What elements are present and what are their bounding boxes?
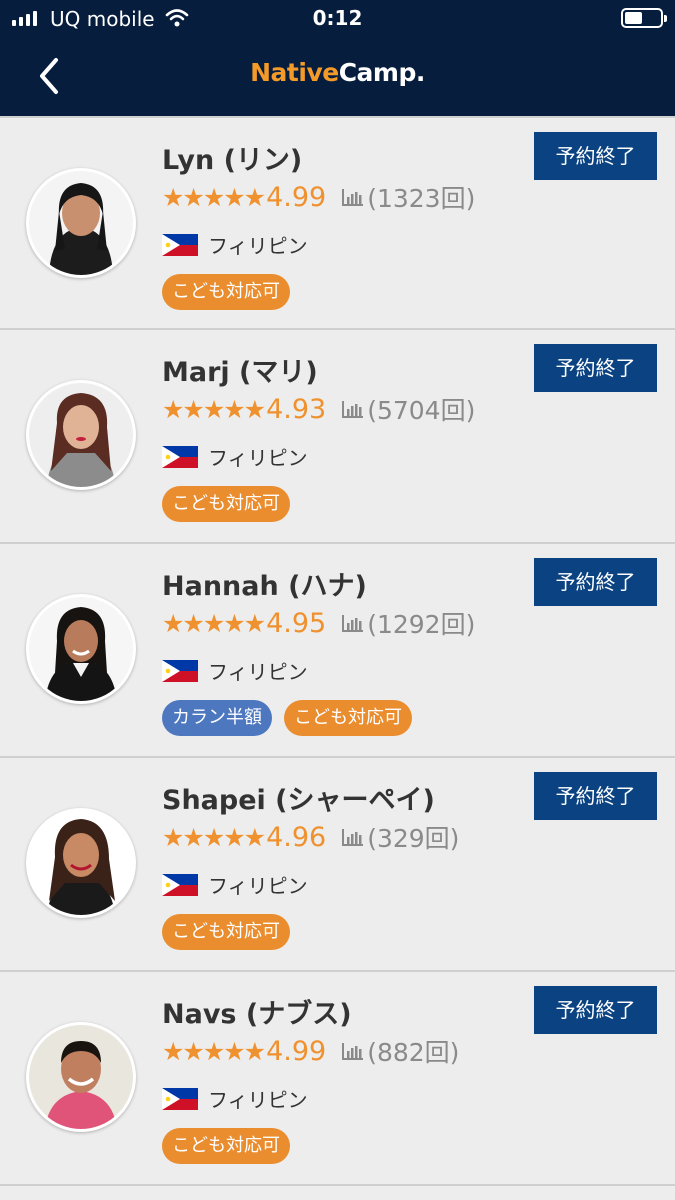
rating-score: 4.99 (266, 181, 327, 213)
teacher-name: Marj (マリ) (162, 357, 318, 388)
bar-chart-icon (342, 615, 364, 632)
country-row: フィリピン (162, 870, 308, 899)
clock: 0:12 (312, 6, 363, 30)
bar-chart-icon (342, 401, 364, 418)
rating-row: ★★★★★ 4.99 (882回) (162, 1035, 460, 1068)
teacher-name: Hannah (ハナ) (162, 571, 367, 602)
kids-ok-badge: こども対応可 (162, 1128, 290, 1164)
kids-ok-badge: こども対応可 (162, 486, 290, 522)
bar-chart-icon (342, 829, 364, 846)
teacher-list: Lyn (リン) ★★★★★ 4.99 (1323回) フィリピン こども対応可… (0, 116, 675, 1186)
reservation-closed-button[interactable]: 予約終了 (534, 132, 657, 180)
teacher-avatar[interactable] (26, 808, 136, 918)
reservation-closed-button[interactable]: 予約終了 (534, 344, 657, 392)
battery-icon (621, 8, 667, 28)
reservation-closed-button[interactable]: 予約終了 (534, 558, 657, 606)
lesson-count: (5704回) (367, 396, 476, 425)
status-bar: UQ mobile 0:12 (0, 0, 675, 38)
country-row: フィリピン (162, 1084, 308, 1113)
country-name: フィリピン (208, 446, 308, 470)
country-name: フィリピン (208, 234, 308, 258)
tag-list: こども対応可 (162, 486, 290, 522)
teacher-card[interactable]: Shapei (シャーペイ) ★★★★★ 4.96 (329回) フィリピン こ… (0, 758, 675, 972)
teacher-name: Navs (ナブス) (162, 999, 352, 1030)
tag-list: こども対応可 (162, 274, 290, 310)
rating-score: 4.93 (266, 393, 327, 425)
teacher-card[interactable]: Hannah (ハナ) ★★★★★ 4.95 (1292回) フィリピン カラン… (0, 544, 675, 758)
rating-stars-icon: ★★★★★ (162, 608, 266, 638)
teacher-name: Lyn (リン) (162, 145, 303, 176)
rating-row: ★★★★★ 4.96 (329回) (162, 821, 460, 854)
teacher-avatar[interactable] (26, 1022, 136, 1132)
country-row: フィリピン (162, 230, 308, 259)
country-row: フィリピン (162, 656, 308, 685)
kids-ok-badge: こども対応可 (284, 700, 412, 736)
teacher-avatar[interactable] (26, 594, 136, 704)
reservation-closed-button[interactable]: 予約終了 (534, 772, 657, 820)
rating-stars-icon: ★★★★★ (162, 394, 266, 424)
lesson-count: (329回) (367, 824, 460, 853)
callan-half-price-badge: カラン半額 (162, 700, 272, 736)
rating-stars-icon: ★★★★★ (162, 822, 266, 852)
rating-stars-icon: ★★★★★ (162, 1036, 266, 1066)
reservation-closed-button[interactable]: 予約終了 (534, 986, 657, 1034)
teacher-avatar[interactable] (26, 380, 136, 490)
kids-ok-badge: こども対応可 (162, 274, 290, 310)
bar-chart-icon (342, 1043, 364, 1060)
app-logo: NativeCamp. (250, 58, 425, 87)
lesson-count: (1292回) (367, 610, 476, 639)
country-name: フィリピン (208, 874, 308, 898)
rating-row: ★★★★★ 4.95 (1292回) (162, 607, 476, 640)
teacher-name: Shapei (シャーペイ) (162, 785, 435, 816)
philippines-flag-icon (162, 873, 198, 896)
rating-score: 4.99 (266, 1035, 327, 1067)
country-row: フィリピン (162, 442, 308, 471)
tag-list: こども対応可 (162, 914, 290, 950)
rating-row: ★★★★★ 4.99 (1323回) (162, 181, 476, 214)
philippines-flag-icon (162, 659, 198, 682)
teacher-avatar[interactable] (26, 168, 136, 278)
kids-ok-badge: こども対応可 (162, 914, 290, 950)
rating-score: 4.96 (266, 821, 327, 853)
teacher-card[interactable]: Marj (マリ) ★★★★★ 4.93 (5704回) フィリピン こども対応… (0, 330, 675, 544)
bar-chart-icon (342, 189, 364, 206)
rating-row: ★★★★★ 4.93 (5704回) (162, 393, 476, 426)
tag-list: カラン半額 こども対応可 (162, 700, 412, 736)
rating-stars-icon: ★★★★★ (162, 182, 266, 212)
tag-list: こども対応可 (162, 1128, 290, 1164)
rating-score: 4.95 (266, 607, 327, 639)
philippines-flag-icon (162, 233, 198, 256)
country-name: フィリピン (208, 660, 308, 684)
philippines-flag-icon (162, 445, 198, 468)
teacher-card[interactable]: Navs (ナブス) ★★★★★ 4.99 (882回) フィリピン こども対応… (0, 972, 675, 1186)
lesson-count: (1323回) (367, 184, 476, 213)
teacher-card[interactable]: Lyn (リン) ★★★★★ 4.99 (1323回) フィリピン こども対応可… (0, 116, 675, 330)
navigation-bar: NativeCamp. (0, 38, 675, 116)
philippines-flag-icon (162, 1087, 198, 1110)
country-name: フィリピン (208, 1088, 308, 1112)
lesson-count: (882回) (367, 1038, 460, 1067)
